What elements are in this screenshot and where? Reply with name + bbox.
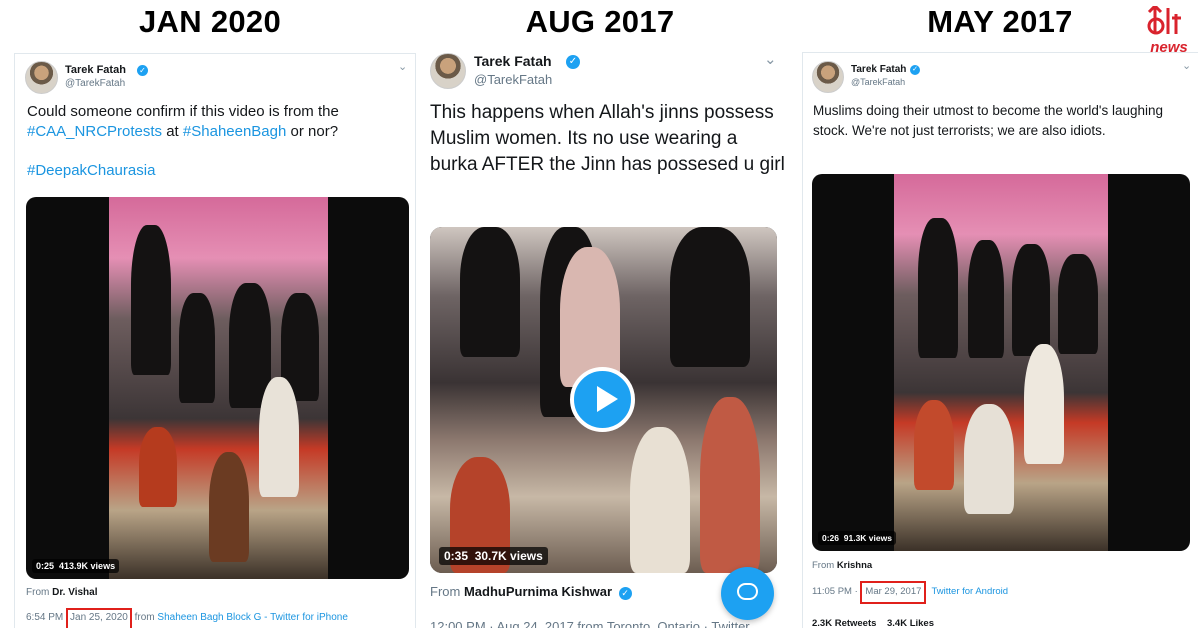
meta-from-word: from <box>131 612 158 623</box>
tweet-time[interactable]: 6:54 PM <box>26 612 63 623</box>
chat-fab-button[interactable] <box>721 567 774 620</box>
video-figure <box>670 227 750 367</box>
author-name[interactable]: Tarek Fatah <box>65 64 126 76</box>
chat-bubble-icon <box>737 583 758 600</box>
video-figure <box>1024 344 1064 464</box>
tweet-time[interactable]: 11:05 PM <box>812 586 852 597</box>
tweet-card-may-2017: Tarek Fatah ✓ @TarekFatah ⌄ Muslims doin… <box>802 52 1198 628</box>
video-figure <box>209 452 249 562</box>
video-figure <box>1058 254 1098 354</box>
attribution-prefix: From <box>26 587 53 598</box>
attribution-prefix: From <box>812 560 837 571</box>
video-frame <box>109 197 328 579</box>
attribution-user[interactable]: MadhuPurnima Kishwar <box>464 584 612 599</box>
tweet-card-jan-2020: Tarek Fatah ✓ @TarekFatah ⌄ Could someon… <box>14 53 416 628</box>
video-attribution: From Dr. Vishal <box>26 587 98 598</box>
author-handle[interactable]: @TarekFatah <box>65 78 125 89</box>
video-views: 30.7K views <box>474 549 543 563</box>
video-stats-badge: 0:26 91.3K views <box>818 531 896 545</box>
hashtag-shaheen-bagh[interactable]: #ShaheenBagh <box>183 123 286 140</box>
avatar[interactable] <box>25 61 58 94</box>
video-figure <box>914 400 954 490</box>
tweet-text-line: #CAA_NRCProtests at #ShaheenBagh or nor? <box>27 122 407 142</box>
chevron-down-icon[interactable]: ⌄ <box>764 50 777 68</box>
tweet-text-line: #DeepakChaurasia <box>27 161 407 181</box>
video-figure <box>964 404 1014 514</box>
video-figure <box>560 247 620 387</box>
video-duration: 0:25 <box>36 561 55 571</box>
video-figure <box>968 240 1004 358</box>
video-attribution: From MadhuPurnima Kishwar ✓ <box>430 584 632 600</box>
author-name[interactable]: Tarek Fatah <box>851 64 906 75</box>
author-handle[interactable]: @TarekFatah <box>474 72 552 87</box>
author-name[interactable]: Tarek Fatah <box>474 53 552 69</box>
video-stats-badge: 0:35 30.7K views <box>439 547 548 565</box>
video-duration: 0:35 <box>444 549 469 563</box>
attribution-user[interactable]: Dr. Vishal <box>52 587 97 598</box>
tweet-card-aug-2017: Tarek Fatah ✓ @TarekFatah ⌄ This happens… <box>420 44 792 628</box>
video-figure <box>179 293 215 403</box>
hashtag-deepak-chaurasia[interactable]: #DeepakChaurasia <box>27 162 155 179</box>
tweet-date-highlighted[interactable]: Jan 25, 2020 <box>66 608 132 628</box>
video-figure <box>460 227 520 357</box>
tweet-source[interactable]: Shaheen Bagh Block G - Twitter for iPhon… <box>157 612 347 623</box>
verified-badge-icon: ✓ <box>910 65 920 75</box>
video-views: 91.3K views <box>843 533 892 543</box>
verified-badge-icon: ✓ <box>137 65 148 76</box>
retweets-count[interactable]: 2.3K Retweets <box>812 618 876 628</box>
tweet-text: Could someone confirm if this video is f… <box>27 102 407 181</box>
video-figure <box>139 427 177 507</box>
video-attribution: From Krishna <box>812 560 872 571</box>
play-button[interactable] <box>570 367 635 432</box>
video-frame <box>894 174 1108 551</box>
video-figure <box>700 397 760 573</box>
column-heading-jan-2020: JAN 2020 <box>139 4 281 39</box>
tweet-source[interactable]: Twitter for Android <box>932 586 1009 597</box>
author-handle[interactable]: @TarekFatah <box>851 77 905 87</box>
video-figure <box>1012 244 1050 356</box>
video-player[interactable]: 0:25 413.9K views <box>26 197 409 579</box>
play-icon <box>597 386 618 412</box>
hashtag-caa-nrc-protests[interactable]: #CAA_NRCProtests <box>27 123 162 140</box>
video-views: 413.9K views <box>59 561 116 571</box>
video-figure <box>131 225 171 375</box>
tweet-meta: 11:05 PM · Mar 29, 2017 Twitter for Andr… <box>812 581 1009 604</box>
attribution-user[interactable]: Krishna <box>837 560 872 571</box>
avatar[interactable] <box>812 61 844 93</box>
verified-badge-icon: ✓ <box>618 587 632 600</box>
tweet-text-line: Could someone confirm if this video is f… <box>27 103 339 120</box>
alt-logo-mark-icon <box>1147 6 1181 35</box>
tweet-text-fragment: at <box>162 123 183 140</box>
tweet-text: Muslims doing their utmost to become the… <box>813 103 1163 138</box>
video-figure <box>259 377 299 497</box>
chevron-down-icon[interactable]: ⌄ <box>1182 59 1191 72</box>
column-heading-aug-2017: AUG 2017 <box>525 4 675 39</box>
verified-badge-icon: ✓ <box>566 55 580 69</box>
attribution-prefix: From <box>430 584 464 599</box>
likes-count[interactable]: 3.4K Likes <box>887 618 934 628</box>
column-heading-may-2017: MAY 2017 <box>927 4 1073 39</box>
video-duration: 0:26 <box>822 533 840 543</box>
chevron-down-icon[interactable]: ⌄ <box>398 60 407 73</box>
video-player[interactable]: 0:26 91.3K views <box>812 174 1190 551</box>
avatar[interactable] <box>430 53 466 89</box>
tweet-text-fragment: or nor? <box>286 123 339 140</box>
tweet-meta-cropped: 12:00 PM · Aug 24, 2017 from Toronto, On… <box>430 619 750 628</box>
video-player[interactable]: 0:35 30.7K views <box>430 227 777 573</box>
alt-news-logo: news <box>1142 6 1196 58</box>
video-figure <box>918 218 958 358</box>
engagement-stats: 2.3K Retweets 3.4K Likes <box>812 618 934 628</box>
tweet-text: This happens when Allah's jinns possess … <box>430 102 785 175</box>
tweet-meta: 6:54 PM Jan 25, 2020 from Shaheen Bagh B… <box>26 608 348 628</box>
tweet-date-highlighted[interactable]: Mar 29, 2017 <box>860 581 927 604</box>
video-figure <box>630 427 690 573</box>
video-stats-badge: 0:25 413.9K views <box>32 559 120 573</box>
